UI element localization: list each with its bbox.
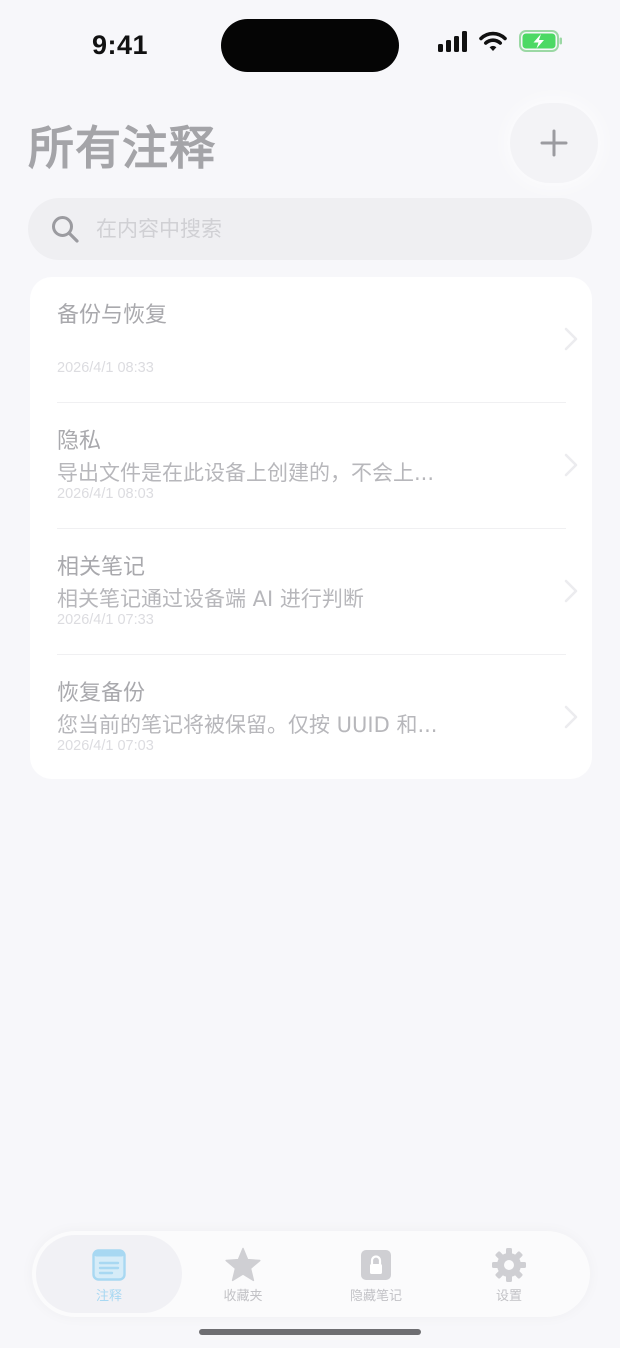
star-icon <box>224 1247 262 1283</box>
tab-bar: 注释 收藏夹 隐藏笔记 设置 <box>32 1231 590 1317</box>
dynamic-island <box>221 19 399 72</box>
notes-list: 备份与恢复 2026/4/1 08:33 隐私 导出文件是在此设备上创建的，不会… <box>30 277 592 779</box>
note-date: 2026/4/1 07:03 <box>57 738 154 754</box>
note-row[interactable]: 相关笔记 相关笔记通过设备端 AI 进行判断 2026/4/1 07:33 <box>30 529 592 655</box>
note-row[interactable]: 隐私 导出文件是在此设备上创建的，不会上... 2026/4/1 08:03 <box>30 403 592 529</box>
tab-notes[interactable]: 注释 <box>36 1235 182 1313</box>
note-title: 相关笔记 <box>57 555 146 580</box>
search-input[interactable] <box>94 216 558 242</box>
note-date: 2026/4/1 08:33 <box>57 360 154 376</box>
tab-hidden-notes[interactable]: 隐藏笔记 <box>303 1235 449 1313</box>
battery-charging-icon <box>519 30 563 52</box>
note-date: 2026/4/1 07:33 <box>57 612 154 628</box>
search-bar[interactable] <box>28 198 592 260</box>
tab-label: 隐藏笔记 <box>349 1289 402 1304</box>
status-time: 9:41 <box>92 30 149 60</box>
chevron-right-icon <box>564 327 578 351</box>
tab-label: 收藏夹 <box>223 1289 263 1304</box>
chevron-right-icon <box>564 579 578 603</box>
note-title: 备份与恢复 <box>57 303 168 328</box>
notes-icon <box>92 1247 126 1283</box>
tab-label: 注释 <box>95 1289 122 1304</box>
tab-label: 设置 <box>495 1289 522 1304</box>
cellular-signal-icon <box>438 30 467 52</box>
add-note-button[interactable] <box>510 103 598 183</box>
home-indicator <box>199 1329 421 1335</box>
note-row[interactable]: 恢复备份 您当前的笔记将被保留。仅按 UUID 和... 2026/4/1 07… <box>30 655 592 779</box>
tab-settings[interactable]: 设置 <box>436 1235 582 1313</box>
note-row[interactable]: 备份与恢复 2026/4/1 08:33 <box>30 277 592 403</box>
note-title: 隐私 <box>57 429 102 454</box>
wifi-icon <box>479 31 507 52</box>
gear-icon <box>491 1247 527 1283</box>
note-preview: 导出文件是在此设备上创建的，不会上... <box>57 461 435 485</box>
note-preview: 您当前的笔记将被保留。仅按 UUID 和... <box>57 713 438 737</box>
note-preview: 相关笔记通过设备端 AI 进行判断 <box>57 587 364 611</box>
page-title: 所有注释 <box>28 121 216 175</box>
chevron-right-icon <box>564 453 578 477</box>
note-title: 恢复备份 <box>57 681 146 706</box>
search-icon <box>50 214 80 244</box>
status-icons <box>438 30 563 52</box>
note-date: 2026/4/1 08:03 <box>57 486 154 502</box>
plus-icon <box>540 129 568 157</box>
lock-icon <box>360 1247 392 1283</box>
tab-favorites[interactable]: 收藏夹 <box>170 1235 316 1313</box>
status-bar: 9:41 <box>0 0 620 90</box>
chevron-right-icon <box>564 705 578 729</box>
